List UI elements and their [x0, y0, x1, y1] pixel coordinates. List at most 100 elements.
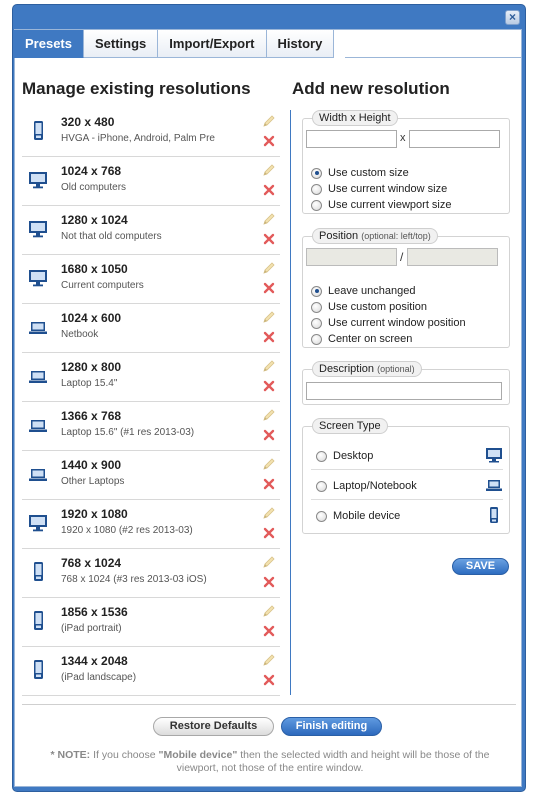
tab-divider	[345, 57, 522, 58]
resolution-description: 1920 x 1080 (#2 res 2013-03)	[61, 525, 193, 536]
mobile-icon	[28, 610, 48, 632]
edit-icon[interactable]	[262, 653, 276, 667]
resolution-description: (iPad landscape)	[61, 672, 137, 683]
screen-type-mobile[interactable]: Mobile device	[311, 501, 503, 530]
description-fieldset: Description (optional)	[302, 361, 510, 405]
radio-window-size[interactable]: Use current window size	[311, 182, 447, 196]
delete-icon[interactable]	[262, 281, 276, 295]
delete-icon[interactable]	[262, 526, 276, 540]
resolution-item: 1024 x 768 Old computers	[22, 157, 280, 206]
resolution-description: Laptop 15.6" (#1 res 2013-03)	[61, 427, 195, 438]
radio-viewport-size[interactable]: Use current viewport size	[311, 198, 452, 212]
finish-editing-button[interactable]: Finish editing	[281, 717, 382, 736]
radio-label: Use current window size	[328, 183, 448, 195]
radio-indicator[interactable]	[311, 333, 322, 345]
add-title: Add new resolution	[292, 79, 450, 98]
radio-custom-size[interactable]: Use custom size	[311, 166, 409, 180]
size-legend: Width x Height	[312, 110, 398, 126]
radio-label: Use current viewport size	[328, 199, 452, 211]
resolution-item: 1280 x 1024 Not that old computers	[22, 206, 280, 255]
screen-type-laptop[interactable]: Laptop/Notebook	[311, 471, 503, 500]
resolution-item: 320 x 480 HVGA - iPhone, Android, Palm Pr…	[22, 108, 280, 157]
resolution-size: 1856 x 1536	[61, 605, 128, 619]
restore-defaults-button[interactable]: Restore Defaults	[153, 717, 274, 736]
position-separator: /	[400, 250, 404, 264]
delete-icon[interactable]	[262, 673, 276, 687]
close-button[interactable]: ×	[505, 10, 520, 25]
radio-indicator[interactable]	[311, 317, 322, 329]
footer-note: * NOTE: If you choose "Mobile device" th…	[30, 749, 510, 775]
resolution-size: 1366 x 768	[61, 409, 122, 423]
resolution-item: 768 x 1024 768 x 1024 (#3 res 2013-03 iOS…	[22, 549, 280, 598]
radio-label: Mobile device	[333, 510, 401, 522]
tab-history[interactable]: History	[266, 30, 335, 58]
delete-icon[interactable]	[262, 575, 276, 589]
radio-label: Leave unchanged	[328, 285, 416, 297]
edit-icon[interactable]	[262, 604, 276, 618]
top-input[interactable]	[407, 248, 498, 266]
radio-indicator[interactable]	[316, 510, 327, 522]
resolution-size: 1280 x 800	[61, 360, 122, 374]
radio-indicator[interactable]	[316, 450, 327, 462]
delete-icon[interactable]	[262, 330, 276, 344]
radio-indicator[interactable]	[311, 285, 322, 297]
radio-indicator[interactable]	[311, 301, 322, 313]
desktop-icon	[28, 512, 48, 534]
delete-icon[interactable]	[262, 134, 276, 148]
size-fieldset: Width x Height x Use custom size Use cur…	[302, 110, 510, 214]
delete-icon[interactable]	[262, 477, 276, 491]
delete-icon[interactable]	[262, 624, 276, 638]
resolution-size: 1344 x 2048	[61, 654, 128, 668]
screen-type-desktop[interactable]: Desktop	[311, 441, 503, 470]
radio-window-position[interactable]: Use current window position	[311, 316, 466, 330]
radio-laptop[interactable]: Laptop/Notebook	[316, 479, 417, 493]
radio-mobile[interactable]: Mobile device	[316, 509, 400, 523]
resolution-size: 1280 x 1024	[61, 213, 128, 227]
mobile-icon	[28, 561, 48, 583]
radio-leave-unchanged[interactable]: Leave unchanged	[311, 284, 415, 298]
resolution-description: HVGA - iPhone, Android, Palm Pre	[61, 133, 215, 144]
tab-presets[interactable]: Presets	[14, 30, 84, 58]
edit-icon[interactable]	[262, 457, 276, 471]
width-input[interactable]	[306, 130, 397, 148]
resolution-size: 1024 x 768	[61, 164, 122, 178]
height-input[interactable]	[409, 130, 500, 148]
resolution-item: 1440 x 900 Other Laptops	[22, 451, 280, 500]
radio-indicator[interactable]	[311, 167, 322, 179]
radio-indicator[interactable]	[311, 183, 322, 195]
edit-icon[interactable]	[262, 555, 276, 569]
laptop-icon	[28, 463, 48, 485]
delete-icon[interactable]	[262, 232, 276, 246]
radio-indicator[interactable]	[316, 480, 327, 492]
edit-icon[interactable]	[262, 408, 276, 422]
radio-indicator[interactable]	[311, 199, 322, 211]
tab-import-export[interactable]: Import/Export	[158, 30, 267, 58]
edit-icon[interactable]	[262, 114, 276, 128]
resolution-item: 1920 x 1080 1920 x 1080 (#2 res 2013-03)	[22, 500, 280, 549]
save-button[interactable]: SAVE	[452, 558, 509, 575]
radio-custom-position[interactable]: Use custom position	[311, 300, 427, 314]
delete-icon[interactable]	[262, 379, 276, 393]
radio-desktop[interactable]: Desktop	[316, 449, 373, 463]
column-divider	[290, 110, 291, 695]
radio-label: Laptop/Notebook	[333, 480, 417, 492]
mobile-icon	[28, 120, 48, 142]
resolution-description: Old computers	[61, 182, 127, 193]
position-legend: Position (optional: left/top)	[312, 228, 438, 244]
edit-icon[interactable]	[262, 261, 276, 275]
delete-icon[interactable]	[262, 428, 276, 442]
edit-icon[interactable]	[262, 212, 276, 226]
delete-icon[interactable]	[262, 183, 276, 197]
edit-icon[interactable]	[262, 506, 276, 520]
resolution-size: 1920 x 1080	[61, 507, 128, 521]
edit-icon[interactable]	[262, 310, 276, 324]
tab-settings[interactable]: Settings	[83, 30, 159, 58]
description-input[interactable]	[306, 382, 502, 400]
left-input[interactable]	[306, 248, 397, 266]
resolution-description: Netbook	[61, 329, 99, 340]
radio-center-screen[interactable]: Center on screen	[311, 332, 412, 346]
edit-icon[interactable]	[262, 359, 276, 373]
desktop-icon	[486, 448, 502, 463]
note-emphasis: "Mobile device"	[158, 749, 238, 761]
edit-icon[interactable]	[262, 163, 276, 177]
